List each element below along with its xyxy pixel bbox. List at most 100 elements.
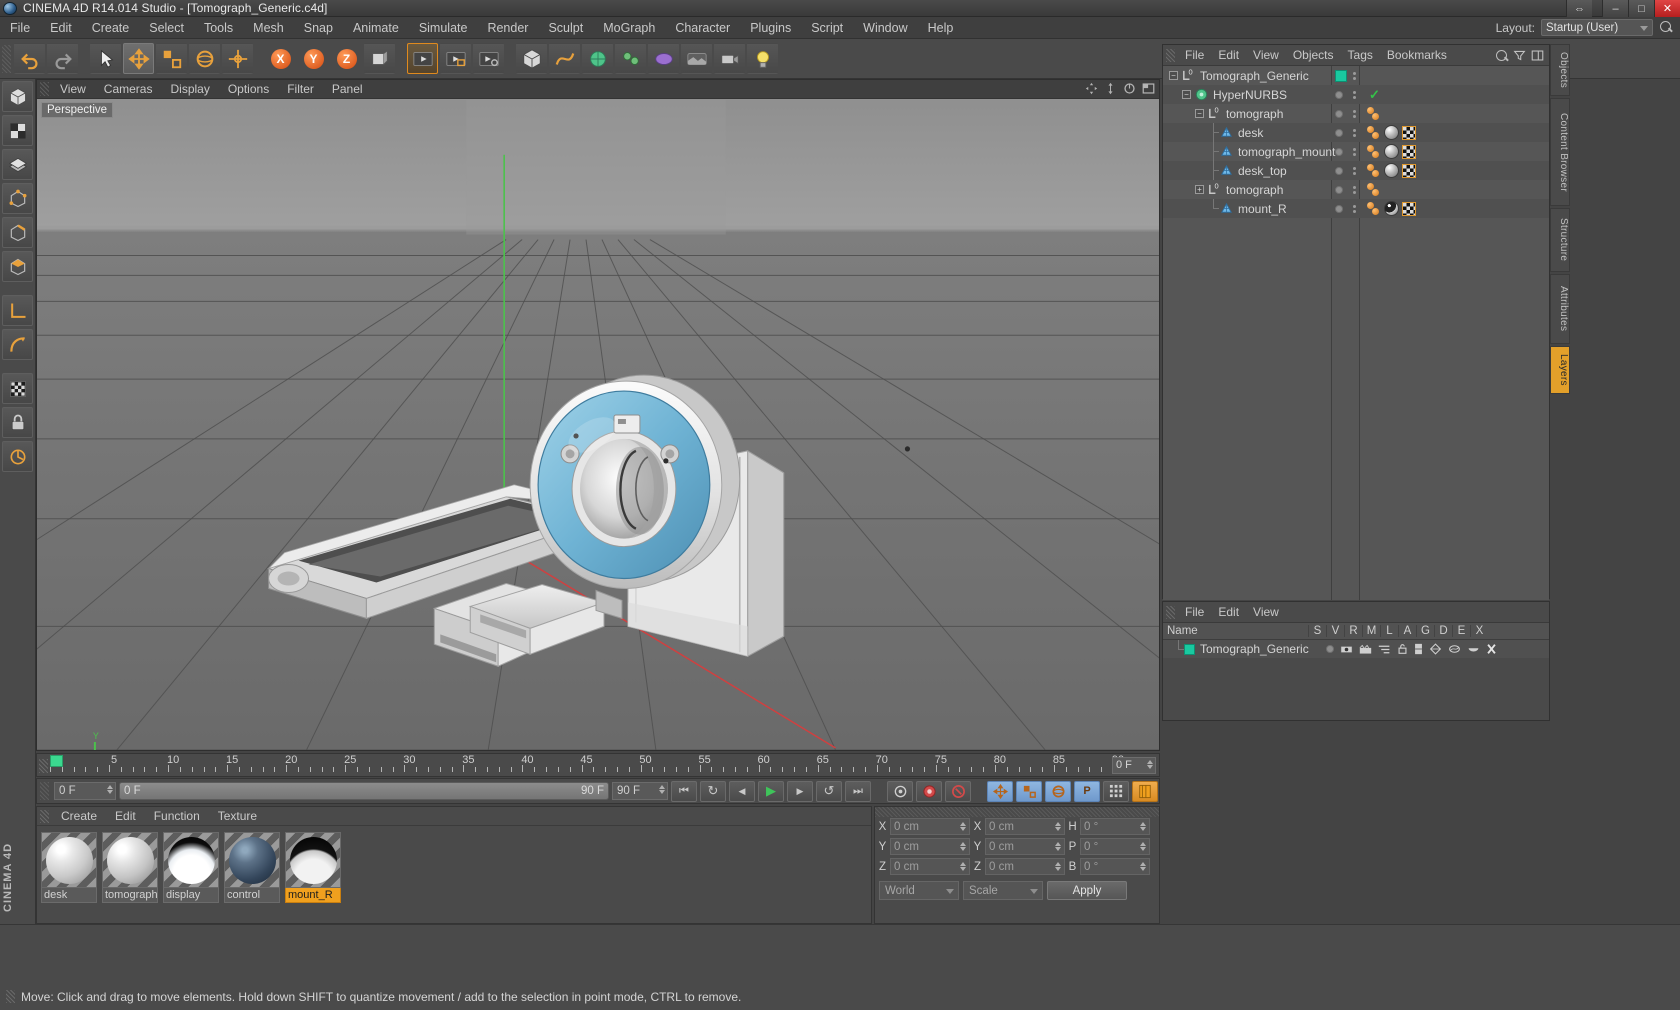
visibility-dot[interactable] (1335, 90, 1343, 99)
material-tag-icon[interactable] (1384, 144, 1399, 159)
layer-color-swatch[interactable] (1335, 69, 1347, 82)
camera-icon[interactable] (714, 43, 745, 74)
apply-button[interactable]: Apply (1047, 881, 1127, 900)
object-editor-dots[interactable] (1353, 71, 1356, 80)
object-editor-dots[interactable] (1353, 185, 1356, 194)
dot-column[interactable] (1353, 109, 1356, 118)
world-axis-icon[interactable] (364, 43, 395, 74)
layer-animation-icon[interactable] (1414, 643, 1423, 655)
timeline-ruler[interactable]: 051015202530354045505560657075808590 0 F (36, 753, 1160, 777)
material-item[interactable]: desk (41, 832, 97, 903)
layer-xref-icon[interactable] (1486, 643, 1497, 655)
array-icon[interactable] (615, 43, 646, 74)
material-label[interactable]: tomograph (102, 888, 158, 903)
coordinates-grip[interactable] (875, 807, 1159, 817)
object-manager-grip[interactable] (1166, 48, 1175, 62)
object-row[interactable]: − 0 tomograph (1163, 104, 1549, 123)
material-tag-icon[interactable] (1384, 125, 1399, 140)
texture-tag-icon[interactable] (1402, 144, 1416, 159)
menu-item-sculpt[interactable]: Sculpt (538, 17, 593, 39)
current-frame-field[interactable]: 0 F (54, 782, 116, 800)
position-field[interactable]: 0 cm (890, 818, 970, 835)
object-row[interactable]: − 0 Tomograph_Generic (1163, 66, 1549, 85)
current-frame-stepper[interactable] (107, 785, 113, 794)
object-editor-dots[interactable] (1353, 109, 1356, 118)
timeline-frame-field[interactable]: 0 F (1112, 757, 1156, 774)
expander-toggle[interactable]: − (1182, 90, 1191, 99)
expander-toggle[interactable]: − (1169, 71, 1178, 80)
layers-menu-view[interactable]: View (1246, 602, 1286, 623)
dot-column[interactable] (1353, 128, 1356, 137)
close-button[interactable]: ✕ (1654, 0, 1680, 17)
pan-view-icon[interactable] (1085, 82, 1098, 95)
material-label[interactable]: desk (41, 888, 97, 903)
object-menu-bookmarks[interactable]: Bookmarks (1380, 45, 1454, 66)
object-editor-dots[interactable] (1353, 166, 1356, 175)
menu-item-tools[interactable]: Tools (194, 17, 243, 39)
object-row[interactable]: desk (1163, 123, 1549, 142)
redo-button[interactable] (47, 43, 78, 74)
viewport-menu-options[interactable]: Options (219, 80, 278, 99)
dot-column[interactable] (1353, 166, 1356, 175)
layer-manager-icon[interactable] (1378, 644, 1391, 655)
dock-tab-structure[interactable]: Structure (1550, 208, 1570, 272)
object-editor-dots[interactable] (1353, 147, 1356, 156)
material-menu-function[interactable]: Function (145, 807, 209, 826)
size-field[interactable]: 0 cm (985, 818, 1065, 835)
object-visibility-dots[interactable] (1335, 204, 1343, 213)
visibility-dot[interactable] (1335, 185, 1343, 194)
keyframe-settings-icon[interactable] (887, 780, 913, 802)
toolbar-grip[interactable] (2, 44, 11, 73)
layer-render-icon[interactable] (1359, 644, 1372, 655)
object-visibility-dots[interactable] (1335, 185, 1343, 194)
material-tag-icon[interactable] (1384, 163, 1399, 178)
key-parameter-icon[interactable]: P (1074, 780, 1100, 802)
menu-item-simulate[interactable]: Simulate (409, 17, 478, 39)
layer-expression-icon[interactable] (1467, 644, 1480, 654)
workplane-icon[interactable] (2, 295, 33, 326)
material-menu-create[interactable]: Create (52, 807, 106, 826)
dock-tab-layers[interactable]: Layers (1550, 346, 1570, 394)
layer-visible-icon[interactable] (1340, 644, 1353, 655)
menu-item-animate[interactable]: Animate (343, 17, 409, 39)
dot-column[interactable] (1353, 185, 1356, 194)
stepper[interactable] (960, 822, 966, 831)
expander-toggle[interactable]: + (1195, 185, 1204, 194)
dock-tab-objects[interactable]: Objects (1550, 44, 1570, 96)
render-view-button[interactable] (407, 43, 438, 74)
search-icon[interactable] (1659, 20, 1674, 35)
menu-item-render[interactable]: Render (477, 17, 538, 39)
edge-mode-icon[interactable] (2, 217, 33, 248)
tag-dots[interactable] (1367, 182, 1381, 197)
menu-item-snap[interactable]: Snap (294, 17, 343, 39)
material-label[interactable]: mount_R (285, 888, 341, 903)
object-row[interactable]: tomograph_mount (1163, 142, 1549, 161)
object-row[interactable]: +0 tomograph (1163, 180, 1549, 199)
hypernurbs-icon[interactable] (582, 43, 613, 74)
play-button[interactable]: ▶ (758, 780, 784, 802)
maximize-view-icon[interactable] (1142, 82, 1155, 95)
object-row[interactable]: − HyperNURBS ✓ (1163, 85, 1549, 104)
minimize-button[interactable]: – (1602, 0, 1628, 17)
visibility-dot[interactable] (1335, 109, 1343, 118)
tag-dots[interactable] (1367, 163, 1381, 178)
search-icon[interactable] (1495, 49, 1508, 62)
key-pla-icon[interactable] (1103, 780, 1129, 802)
object-menu-file[interactable]: File (1178, 45, 1211, 66)
menu-item-mesh[interactable]: Mesh (243, 17, 294, 39)
polygon-face-icon[interactable] (2, 251, 33, 282)
scale-button[interactable] (156, 43, 187, 74)
texture-tag-icon[interactable] (1402, 125, 1416, 140)
spline-icon[interactable] (549, 43, 580, 74)
material-preview[interactable] (224, 832, 280, 888)
object-editor-dots[interactable] (1353, 128, 1356, 137)
layer-solo-toggle[interactable] (1326, 645, 1334, 653)
layer-generator-icon[interactable] (1429, 643, 1442, 655)
stepper[interactable] (1055, 862, 1061, 871)
viewport-menu-panel[interactable]: Panel (323, 80, 372, 99)
material-label[interactable]: display (163, 888, 219, 903)
render-region-button[interactable] (440, 43, 471, 74)
texture-mode-icon[interactable] (2, 115, 33, 146)
material-label[interactable]: control (224, 888, 280, 903)
material-preview[interactable] (102, 832, 158, 888)
